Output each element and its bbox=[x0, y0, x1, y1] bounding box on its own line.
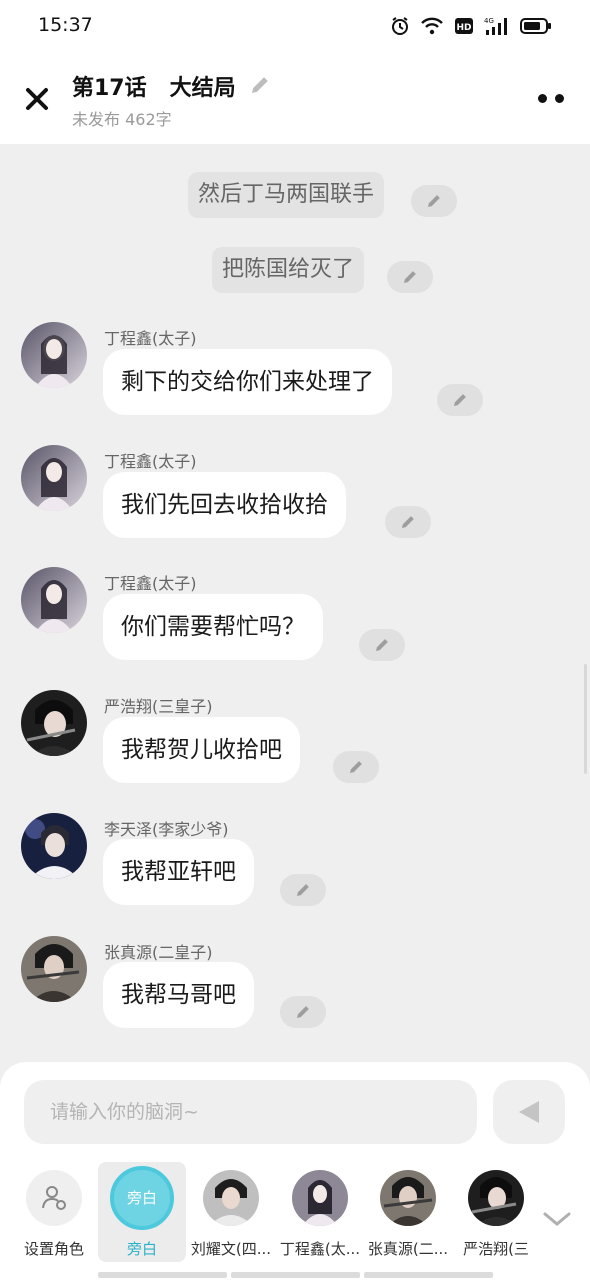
narration-bubble[interactable]: 把陈国给灭了 bbox=[212, 247, 365, 293]
pencil-icon bbox=[428, 195, 440, 207]
story-input[interactable]: 请输入你的脑洞~ bbox=[24, 1080, 477, 1144]
edit-message-button[interactable] bbox=[437, 384, 483, 416]
speaker-name: 丁程鑫(太子) bbox=[104, 452, 197, 471]
role-character[interactable]: 严浩翔(三 bbox=[452, 1162, 540, 1262]
role-label: 刘耀文(四... bbox=[190, 1240, 272, 1258]
svg-text:HD: HD bbox=[456, 23, 471, 33]
edit-message-button[interactable] bbox=[385, 506, 431, 538]
avatar[interactable] bbox=[21, 322, 87, 388]
pencil-icon bbox=[376, 639, 388, 651]
status-icons: HD 4G bbox=[390, 16, 552, 36]
role-settings[interactable]: 设置角色 bbox=[10, 1162, 98, 1262]
role-label: 设置角色 bbox=[23, 1240, 84, 1258]
battery-icon bbox=[520, 18, 551, 34]
edit-message-button[interactable] bbox=[411, 185, 457, 217]
role-label: 张真源(二... bbox=[367, 1240, 449, 1258]
more-options-button[interactable] bbox=[538, 88, 568, 108]
speaker-name: 李天泽(李家少爷) bbox=[104, 820, 229, 839]
pencil-icon bbox=[402, 516, 414, 528]
avatar bbox=[380, 1170, 436, 1226]
edit-message-button[interactable] bbox=[359, 629, 405, 661]
role-character[interactable]: 丁程鑫(太... bbox=[276, 1162, 364, 1262]
pencil-icon bbox=[297, 884, 309, 896]
role-label: 旁白 bbox=[126, 1240, 157, 1258]
avatar[interactable] bbox=[21, 690, 87, 756]
speaker-name: 丁程鑫(太子) bbox=[104, 329, 197, 348]
chapter-title: 第17话 大结局 bbox=[72, 76, 236, 101]
role-settings-icon bbox=[26, 1170, 82, 1226]
hd-icon: HD bbox=[455, 18, 473, 34]
status-time: 15:37 bbox=[38, 14, 93, 36]
role-label: 严浩翔(三 bbox=[463, 1240, 529, 1258]
send-icon bbox=[519, 1101, 539, 1123]
avatar[interactable] bbox=[21, 445, 87, 511]
edit-title-icon[interactable] bbox=[248, 73, 272, 97]
role-character[interactable]: 刘耀文(四... bbox=[187, 1162, 275, 1262]
narration-bubble[interactable]: 然后丁马两国联手 bbox=[188, 172, 385, 218]
pencil-icon bbox=[297, 1006, 309, 1018]
alarm-icon bbox=[392, 17, 408, 35]
role-narrator[interactable]: 旁白 旁白 bbox=[98, 1162, 186, 1262]
dialogue-bubble[interactable]: 剩下的交给你们来处理了 bbox=[103, 349, 392, 415]
pencil-icon bbox=[454, 394, 466, 406]
chapter-status: 未发布 462字 bbox=[72, 110, 172, 129]
avatar bbox=[468, 1170, 524, 1226]
edit-message-button[interactable] bbox=[333, 751, 379, 783]
avatar bbox=[203, 1170, 259, 1226]
chat-area[interactable]: 然后丁马两国联手 把陈国给灭了 丁程鑫(太子) 剩下的交给你们来处理了 丁程鑫(… bbox=[0, 144, 590, 1064]
role-label: 丁程鑫(太... bbox=[279, 1240, 361, 1258]
pencil-icon bbox=[404, 271, 416, 283]
dialogue-bubble[interactable]: 我帮贺儿收拾吧 bbox=[103, 717, 300, 783]
speaker-name: 严浩翔(三皇子) bbox=[104, 697, 213, 716]
bottom-divider bbox=[98, 1272, 493, 1278]
status-bar: 15:37 HD 4G bbox=[0, 0, 590, 56]
chevron-down-icon[interactable] bbox=[540, 1202, 574, 1236]
scrollbar-thumb[interactable] bbox=[584, 664, 587, 774]
send-button[interactable] bbox=[493, 1080, 565, 1144]
pencil-icon bbox=[350, 761, 362, 773]
close-icon[interactable] bbox=[20, 82, 54, 116]
chapter-header: 第17话 大结局 未发布 462字 bbox=[0, 56, 590, 144]
edit-message-button[interactable] bbox=[280, 874, 326, 906]
avatar[interactable] bbox=[21, 936, 87, 1002]
composer-panel: 请输入你的脑洞~ 设置角色 旁白 旁白 刘耀文(四... 丁程鑫(太... 张真… bbox=[0, 1062, 590, 1280]
speaker-name: 丁程鑫(太子) bbox=[104, 574, 197, 593]
dialogue-bubble[interactable]: 我帮亚轩吧 bbox=[103, 839, 254, 905]
dialogue-bubble[interactable]: 我们先回去收拾收拾 bbox=[103, 472, 346, 538]
edit-message-button[interactable] bbox=[280, 996, 326, 1028]
avatar[interactable] bbox=[21, 813, 87, 879]
dialogue-bubble[interactable]: 你们需要帮忙吗？ bbox=[103, 594, 323, 660]
signal-4g-icon: 4G bbox=[484, 17, 507, 35]
narrator-badge: 旁白 bbox=[110, 1166, 174, 1230]
role-selector: 设置角色 旁白 旁白 刘耀文(四... 丁程鑫(太... 张真源(二... 严浩… bbox=[0, 1162, 590, 1262]
speaker-name: 张真源(二皇子) bbox=[104, 943, 213, 962]
dialogue-bubble[interactable]: 我帮马哥吧 bbox=[103, 962, 254, 1028]
svg-text:4G: 4G bbox=[484, 17, 494, 25]
role-character[interactable]: 张真源(二... bbox=[364, 1162, 452, 1262]
wifi-icon bbox=[421, 17, 443, 35]
edit-message-button[interactable] bbox=[387, 261, 433, 293]
avatar bbox=[292, 1170, 348, 1226]
avatar[interactable] bbox=[21, 567, 87, 633]
